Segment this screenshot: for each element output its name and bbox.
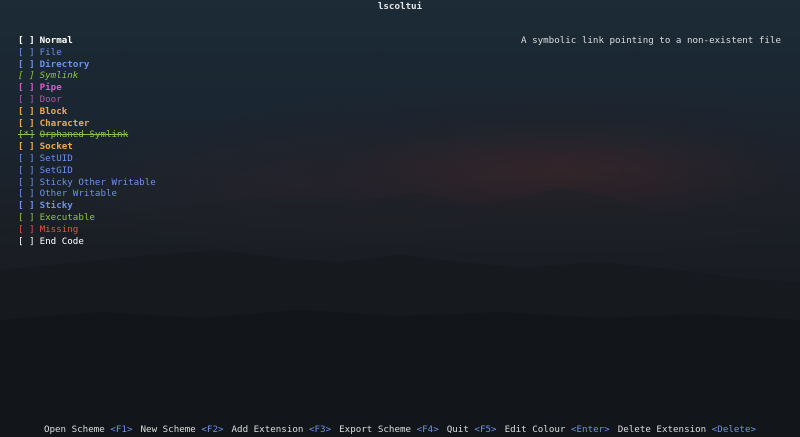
file-type-checkbox[interactable]: [ ] <box>18 165 35 176</box>
keybinding-key: <F1> <box>110 424 133 435</box>
file-type-item[interactable]: [ ] Character <box>18 118 156 130</box>
file-type-label: Other Writable <box>39 188 118 200</box>
file-type-checkbox[interactable]: [ ] <box>18 94 35 105</box>
file-type-label: SetUID <box>39 152 73 164</box>
file-type-checkbox[interactable]: [ ] <box>18 200 35 211</box>
keybinding-label: Add Extension <box>231 424 304 435</box>
file-type-item[interactable]: [ ] Symlink <box>18 70 156 82</box>
file-type-item[interactable]: [ ] Pipe <box>18 82 156 94</box>
file-type-checkbox[interactable]: [ ] <box>18 35 35 46</box>
file-type-item[interactable]: [ ] Socket <box>18 141 156 153</box>
file-type-item[interactable]: [ ] Missing <box>18 224 156 236</box>
file-type-checkbox[interactable]: [*] <box>18 129 35 140</box>
file-type-label: Sticky Other Writable <box>39 176 156 188</box>
file-type-checkbox[interactable]: [ ] <box>18 59 35 70</box>
keybinding-bar: Open Scheme <F1> New Scheme <F2> Add Exten… <box>0 424 800 435</box>
keybinding-item[interactable]: Open Scheme <F1> <box>44 424 133 435</box>
keybinding-label: Export Scheme <box>339 424 412 435</box>
file-type-checkbox[interactable]: [ ] <box>18 70 35 81</box>
file-type-label: Pipe <box>39 82 62 94</box>
file-type-label: Sticky <box>39 200 73 212</box>
keybinding-key: <F5> <box>474 424 497 435</box>
file-type-label: SetGID <box>39 164 73 176</box>
keybinding-item[interactable]: Add Extension <F3> <box>232 424 332 435</box>
file-type-item[interactable]: [ ] End Code <box>18 236 156 248</box>
keybinding-key: <F4> <box>416 424 439 435</box>
file-type-label: Block <box>39 105 68 117</box>
file-type-checkbox[interactable]: [ ] <box>18 212 35 223</box>
file-type-checkbox[interactable]: [ ] <box>18 47 35 58</box>
file-type-item[interactable]: [ ] Other Writable <box>18 188 156 200</box>
file-type-label: Directory <box>39 58 90 70</box>
file-type-checkbox[interactable]: [ ] <box>18 141 35 152</box>
keybinding-label: Open Scheme <box>43 424 105 435</box>
app-title: lscoltui <box>377 1 423 12</box>
file-type-label: Missing <box>39 223 79 235</box>
keybinding-key: <Enter> <box>570 424 610 435</box>
file-type-label: Door <box>39 93 62 105</box>
file-type-label: File <box>39 46 62 58</box>
file-type-list: [ ] Normal[ ] File[ ] Directory[ ] Symlink[ … <box>18 35 156 247</box>
file-type-item[interactable]: [ ] File <box>18 47 156 59</box>
keybinding-item[interactable]: Quit <F5> <box>447 424 497 435</box>
keybinding-item[interactable]: New Scheme <F2> <box>141 424 224 435</box>
keybinding-key: <F3> <box>308 424 332 435</box>
file-type-checkbox[interactable]: [ ] <box>18 82 35 93</box>
file-type-label: Executable <box>39 211 95 223</box>
file-type-label: End Code <box>39 235 84 247</box>
file-type-item[interactable]: [ ] Door <box>18 94 156 106</box>
keybinding-label: Quit <box>446 424 469 435</box>
file-type-item[interactable]: [ ] Block <box>18 106 156 118</box>
keybinding-label: Edit Colour <box>504 424 566 435</box>
file-type-label: Orphaned Symlink <box>39 129 129 141</box>
file-type-item[interactable]: [ ] Sticky Other Writable <box>18 177 156 189</box>
file-type-label: Normal <box>39 35 73 46</box>
keybinding-item[interactable]: Edit Colour <Enter> <box>505 424 610 435</box>
file-type-item[interactable]: [*] Orphaned Symlink <box>18 129 156 141</box>
file-type-item[interactable]: [ ] Normal <box>18 35 156 47</box>
file-type-item[interactable]: [ ] Executable <box>18 212 156 224</box>
keybinding-key: <F2> <box>201 424 224 435</box>
keybinding-label: New Scheme <box>140 424 196 435</box>
file-type-checkbox[interactable]: [ ] <box>18 106 35 117</box>
file-type-checkbox[interactable]: [ ] <box>18 177 35 188</box>
file-type-label: Symlink <box>39 70 79 82</box>
keybinding-item[interactable]: Delete Extension <Delete> <box>618 424 756 435</box>
keybinding-label: Delete Extension <box>617 424 707 435</box>
file-type-label: Character <box>39 117 90 129</box>
keybinding-key: <Delete> <box>711 424 757 435</box>
file-type-checkbox[interactable]: [ ] <box>18 118 35 129</box>
file-type-checkbox[interactable]: [ ] <box>18 153 35 164</box>
file-type-checkbox[interactable]: [ ] <box>18 188 35 199</box>
file-type-checkbox[interactable]: [ ] <box>18 224 35 235</box>
type-description: A symbolic link pointing to a non-existe… <box>521 35 781 46</box>
file-type-label: Socket <box>39 141 73 153</box>
file-type-item[interactable]: [ ] Sticky <box>18 200 156 212</box>
file-type-item[interactable]: [ ] SetGID <box>18 165 156 177</box>
file-type-checkbox[interactable]: [ ] <box>18 236 35 247</box>
keybinding-item[interactable]: Export Scheme <F4> <box>339 424 439 435</box>
file-type-item[interactable]: [ ] Directory <box>18 59 156 71</box>
file-type-item[interactable]: [ ] SetUID <box>18 153 156 165</box>
